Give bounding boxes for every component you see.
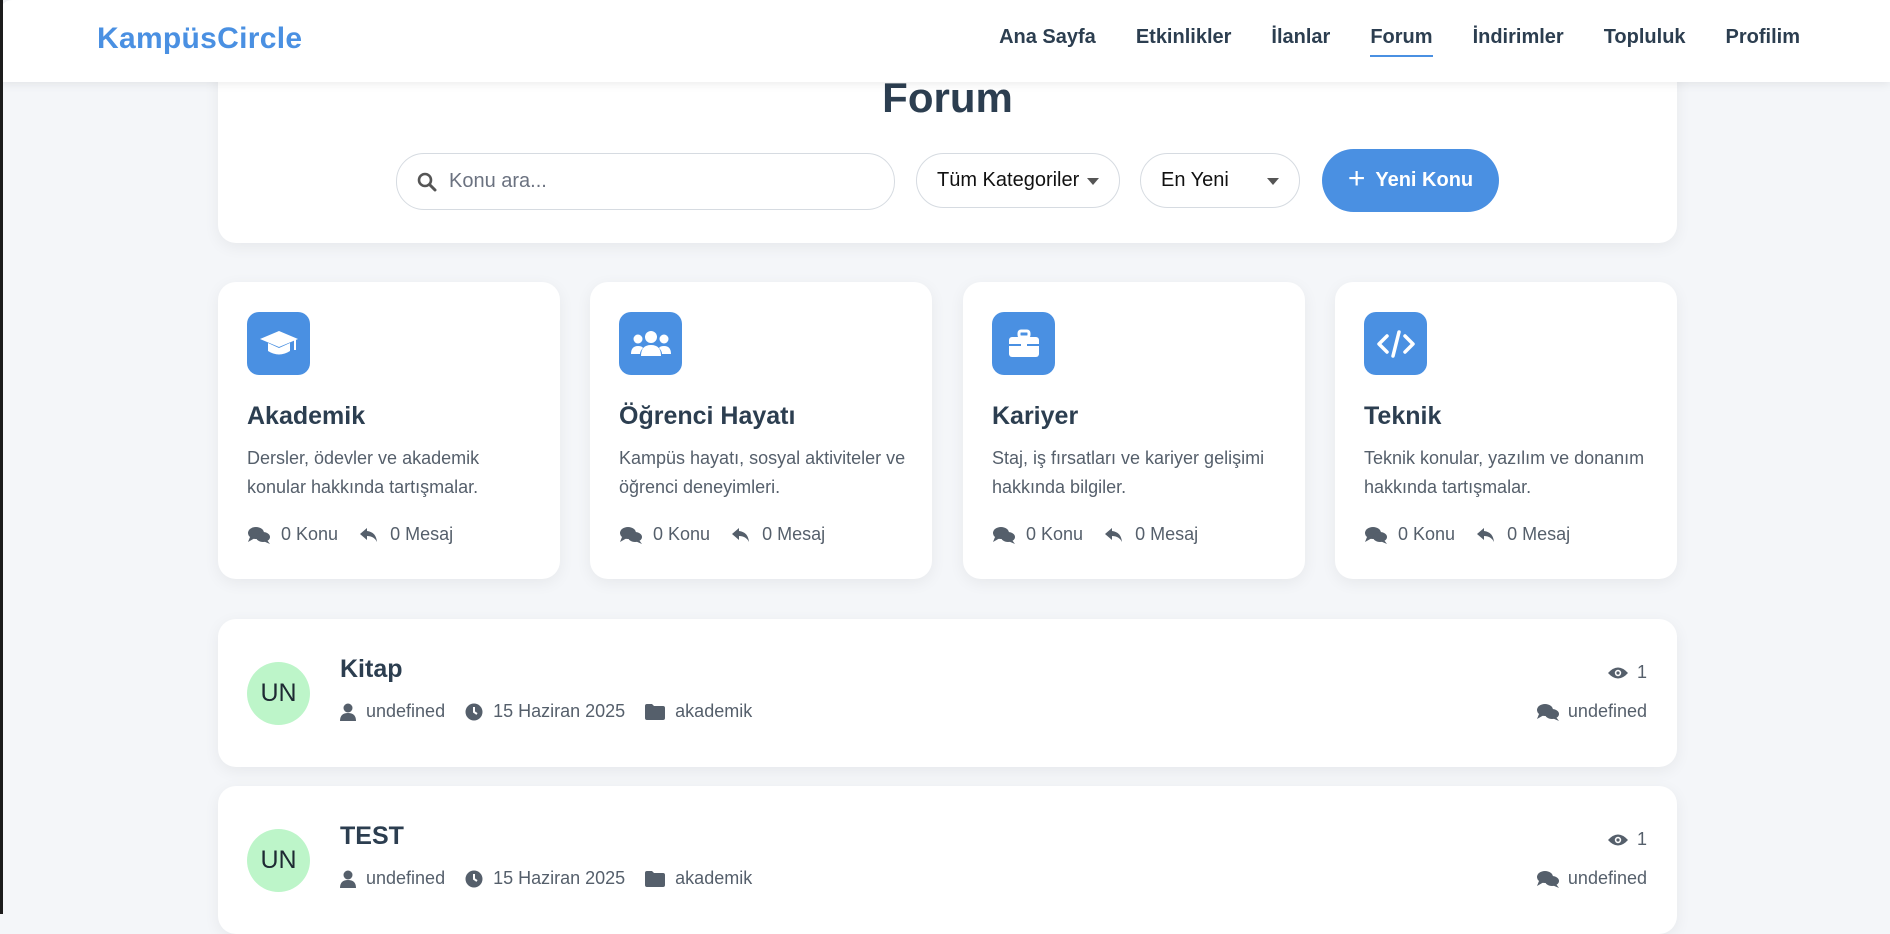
nav-events[interactable]: Etkinlikler bbox=[1136, 26, 1232, 57]
topic-meta: undefined 15 Haziran 2025 akademik bbox=[340, 868, 772, 889]
top-navbar: KampüsCircle Ana Sayfa Etkinlikler İlanl… bbox=[0, 0, 1890, 82]
message-count: 0 Mesaj bbox=[730, 524, 825, 545]
view-count: 1 bbox=[1607, 829, 1647, 850]
topic-row[interactable]: UN TEST undefined 15 Haziran 2025 akadem… bbox=[218, 786, 1677, 934]
sort-select-value: En Yeni bbox=[1161, 169, 1229, 191]
folder-icon bbox=[645, 870, 666, 887]
topic-title[interactable]: TEST bbox=[340, 822, 404, 851]
topic-date: 15 Haziran 2025 bbox=[465, 868, 625, 889]
comments-icon bbox=[1536, 870, 1559, 888]
nav-discounts[interactable]: İndirimler bbox=[1473, 26, 1564, 57]
users-icon bbox=[619, 312, 682, 375]
new-topic-label: Yeni Konu bbox=[1375, 169, 1474, 191]
category-title: Teknik bbox=[1364, 402, 1442, 430]
chevron-down-icon bbox=[1087, 178, 1099, 185]
topic-meta: undefined 15 Haziran 2025 akademik bbox=[340, 701, 772, 722]
avatar: UN bbox=[247, 829, 310, 892]
chevron-down-icon bbox=[1267, 178, 1279, 185]
comments-icon bbox=[248, 526, 270, 544]
graduation-cap-icon bbox=[247, 312, 310, 375]
comments-icon bbox=[1536, 703, 1559, 721]
nav-profile[interactable]: Profilim bbox=[1726, 26, 1800, 57]
category-stats: 0 Konu 0 Mesaj bbox=[1364, 524, 1590, 545]
eye-icon bbox=[1607, 834, 1628, 845]
topic-count: 0 Konu bbox=[619, 524, 710, 545]
topic-author: undefined bbox=[340, 868, 445, 889]
category-description: Kampüs hayatı, sosyal aktiviteler ve öğr… bbox=[619, 448, 906, 497]
message-count: 0 Mesaj bbox=[1103, 524, 1198, 545]
search-box[interactable] bbox=[396, 153, 895, 210]
user-icon bbox=[340, 703, 356, 721]
view-count: 1 bbox=[1607, 662, 1647, 683]
search-icon bbox=[417, 172, 437, 191]
search-input[interactable] bbox=[447, 169, 871, 194]
sort-select[interactable]: En Yeni bbox=[1140, 153, 1300, 208]
clock-icon bbox=[465, 703, 483, 720]
message-count: 0 Mesaj bbox=[358, 524, 453, 545]
reply-count: undefined bbox=[1536, 868, 1647, 889]
category-description: Dersler, ödevler ve akademik konular hak… bbox=[247, 448, 480, 497]
nav-home[interactable]: Ana Sayfa bbox=[999, 26, 1096, 57]
topic-title[interactable]: Kitap bbox=[340, 655, 403, 684]
topic-count: 0 Konu bbox=[247, 524, 338, 545]
eye-icon bbox=[1607, 667, 1628, 678]
category-title: Kariyer bbox=[992, 402, 1079, 430]
category-title: Akademik bbox=[247, 402, 366, 430]
plus-icon: + bbox=[1347, 162, 1366, 195]
avatar: UN bbox=[247, 662, 310, 725]
category-card-academic[interactable]: Akademik Dersler, ödevler ve akademik ko… bbox=[218, 282, 560, 579]
topic-count: 0 Konu bbox=[992, 524, 1083, 545]
category-card-technical[interactable]: Teknik Teknik konular, yazılım ve donanı… bbox=[1335, 282, 1677, 579]
category-card-student-life[interactable]: Öğrenci Hayatı Kampüs hayatı, sosyal akt… bbox=[590, 282, 932, 579]
category-description: Teknik konular, yazılım ve donanım hakkı… bbox=[1364, 448, 1645, 497]
category-card-career[interactable]: Kariyer Staj, iş fırsatları ve kariyer g… bbox=[963, 282, 1305, 579]
topic-row[interactable]: UN Kitap undefined 15 Haziran 2025 akade… bbox=[218, 619, 1677, 767]
topic-date: 15 Haziran 2025 bbox=[465, 701, 625, 722]
category-stats: 0 Konu 0 Mesaj bbox=[619, 524, 845, 545]
reply-icon bbox=[1477, 527, 1495, 542]
category-stats: 0 Konu 0 Mesaj bbox=[992, 524, 1218, 545]
clock-icon bbox=[465, 870, 483, 887]
comments-icon bbox=[620, 526, 642, 544]
comments-icon bbox=[1365, 526, 1387, 544]
category-select-value: Tüm Kategoriler bbox=[937, 169, 1080, 191]
new-topic-button[interactable]: + Yeni Konu bbox=[1322, 149, 1499, 212]
folder-icon bbox=[645, 703, 666, 720]
comments-icon bbox=[993, 526, 1015, 544]
window-edge bbox=[0, 0, 3, 914]
category-stats: 0 Konu 0 Mesaj bbox=[247, 524, 473, 545]
brand-logo[interactable]: KampüsCircle bbox=[97, 22, 302, 56]
topic-category: akademik bbox=[645, 701, 752, 722]
reply-count: undefined bbox=[1536, 701, 1647, 722]
main-nav: Ana Sayfa Etkinlikler İlanlar Forum İndi… bbox=[999, 26, 1800, 57]
briefcase-icon bbox=[992, 312, 1055, 375]
message-count: 0 Mesaj bbox=[1475, 524, 1570, 545]
topic-count: 0 Konu bbox=[1364, 524, 1455, 545]
category-description: Staj, iş fırsatları ve kariyer gelişimi … bbox=[992, 448, 1265, 497]
topic-category: akademik bbox=[645, 868, 752, 889]
nav-community[interactable]: Topluluk bbox=[1604, 26, 1686, 57]
reply-icon bbox=[360, 527, 378, 542]
code-icon bbox=[1364, 312, 1427, 375]
nav-forum[interactable]: Forum bbox=[1370, 26, 1433, 57]
reply-icon bbox=[1105, 527, 1123, 542]
category-title: Öğrenci Hayatı bbox=[619, 402, 796, 430]
user-icon bbox=[340, 870, 356, 888]
reply-icon bbox=[732, 527, 750, 542]
topic-author: undefined bbox=[340, 701, 445, 722]
category-select[interactable]: Tüm Kategoriler bbox=[916, 153, 1120, 208]
nav-listings[interactable]: İlanlar bbox=[1271, 26, 1330, 57]
